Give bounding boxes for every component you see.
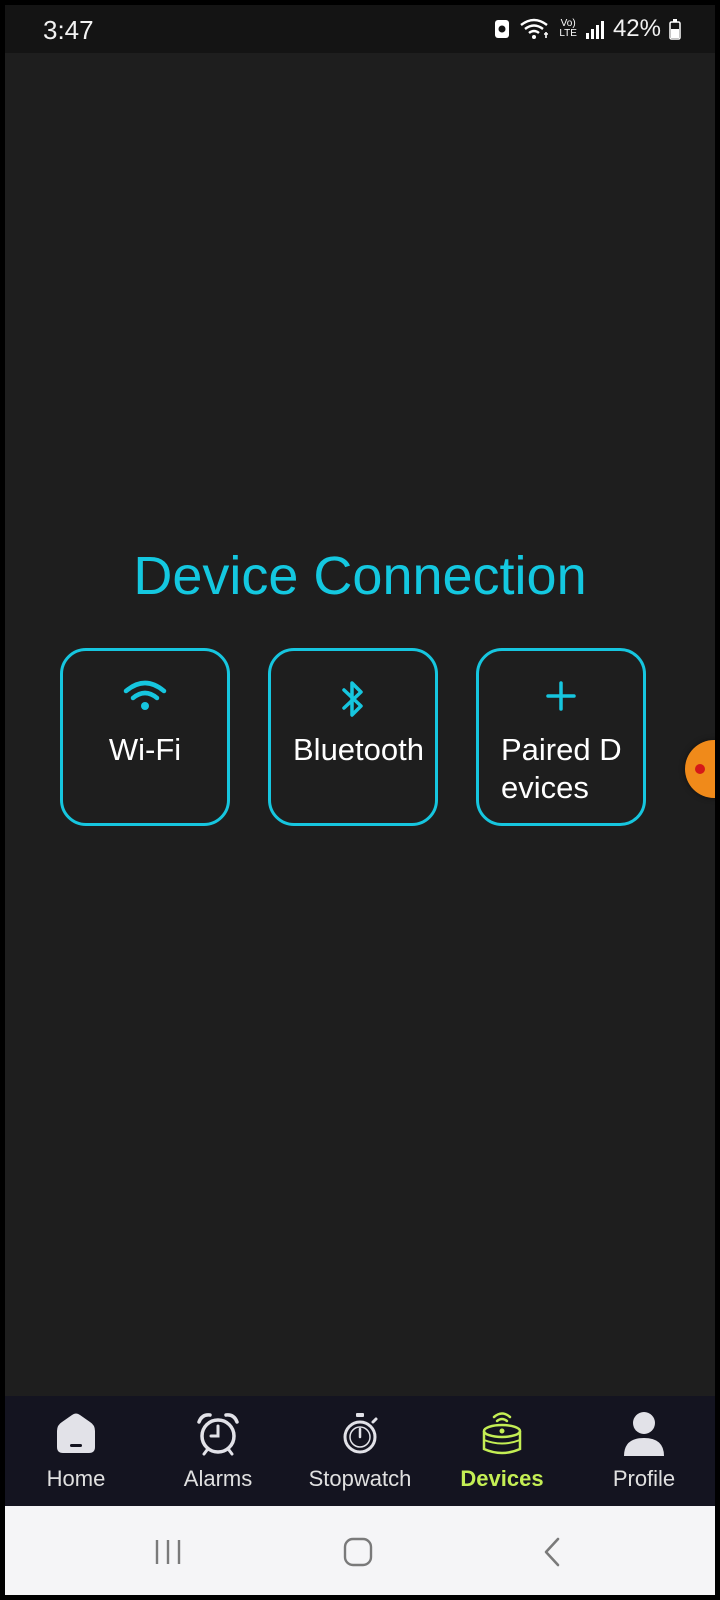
nav-alarms-label: Alarms	[183, 1466, 253, 1491]
alarm-clock-icon	[147, 1408, 289, 1460]
profile-icon	[573, 1408, 715, 1460]
plus-icon	[479, 679, 643, 713]
data-saver-icon	[493, 18, 511, 40]
back-chevron-icon	[544, 1537, 560, 1567]
battery-icon	[669, 18, 681, 40]
nav-profile[interactable]: Profile	[573, 1396, 715, 1506]
status-time: 3:47	[43, 15, 94, 45]
home-icon	[5, 1408, 147, 1460]
volte-icon: Vo) LTE	[559, 19, 577, 39]
nav-devices-label: Devices	[460, 1466, 544, 1491]
wifi-icon	[519, 17, 551, 41]
back-button[interactable]	[532, 1534, 572, 1570]
wifi-card[interactable]: Wi-Fi	[60, 648, 230, 826]
bluetooth-icon	[271, 679, 435, 719]
home-system-button[interactable]	[338, 1534, 378, 1570]
record-dot-icon	[695, 764, 705, 774]
recent-apps-icon	[155, 1540, 181, 1564]
nav-stopwatch[interactable]: Stopwatch	[289, 1396, 431, 1506]
bluetooth-card[interactable]: Bluetooth	[268, 648, 438, 826]
devices-icon	[431, 1408, 573, 1460]
nav-alarms[interactable]: Alarms	[147, 1396, 289, 1506]
nav-home-label: Home	[46, 1466, 106, 1491]
bluetooth-card-label: Bluetooth	[293, 732, 424, 767]
nav-stopwatch-label: Stopwatch	[308, 1466, 412, 1491]
wifi-card-label: Wi-Fi	[108, 732, 182, 767]
home-square-icon	[343, 1537, 373, 1567]
page-title: Device Connection	[133, 546, 587, 606]
volte-label-bottom: LTE	[559, 28, 577, 39]
nav-profile-label: Profile	[612, 1466, 676, 1491]
recent-apps-button[interactable]	[148, 1534, 188, 1570]
status-bar: 3:47 Vo) LTE 42%	[5, 5, 715, 53]
wifi-icon	[63, 679, 227, 713]
signal-icon	[585, 18, 605, 40]
status-icons: Vo) LTE 42%	[493, 15, 681, 43]
nav-home[interactable]: Home	[5, 1396, 147, 1506]
app-frame: 3:47 Vo) LTE 42% Device Connection Wi-Fi…	[5, 5, 715, 1595]
nav-devices[interactable]: Devices	[431, 1396, 573, 1506]
bottom-navigation: Home Alarms Stopwatch Devices Profile	[5, 1396, 715, 1506]
stopwatch-icon	[289, 1408, 431, 1460]
paired-devices-card[interactable]: Paired Devices	[476, 648, 646, 826]
paired-devices-card-label: Paired Devices	[501, 732, 622, 805]
battery-percent: 42%	[612, 15, 661, 42]
system-navigation-bar	[5, 1506, 715, 1595]
floating-assistant-bubble[interactable]	[685, 740, 715, 798]
